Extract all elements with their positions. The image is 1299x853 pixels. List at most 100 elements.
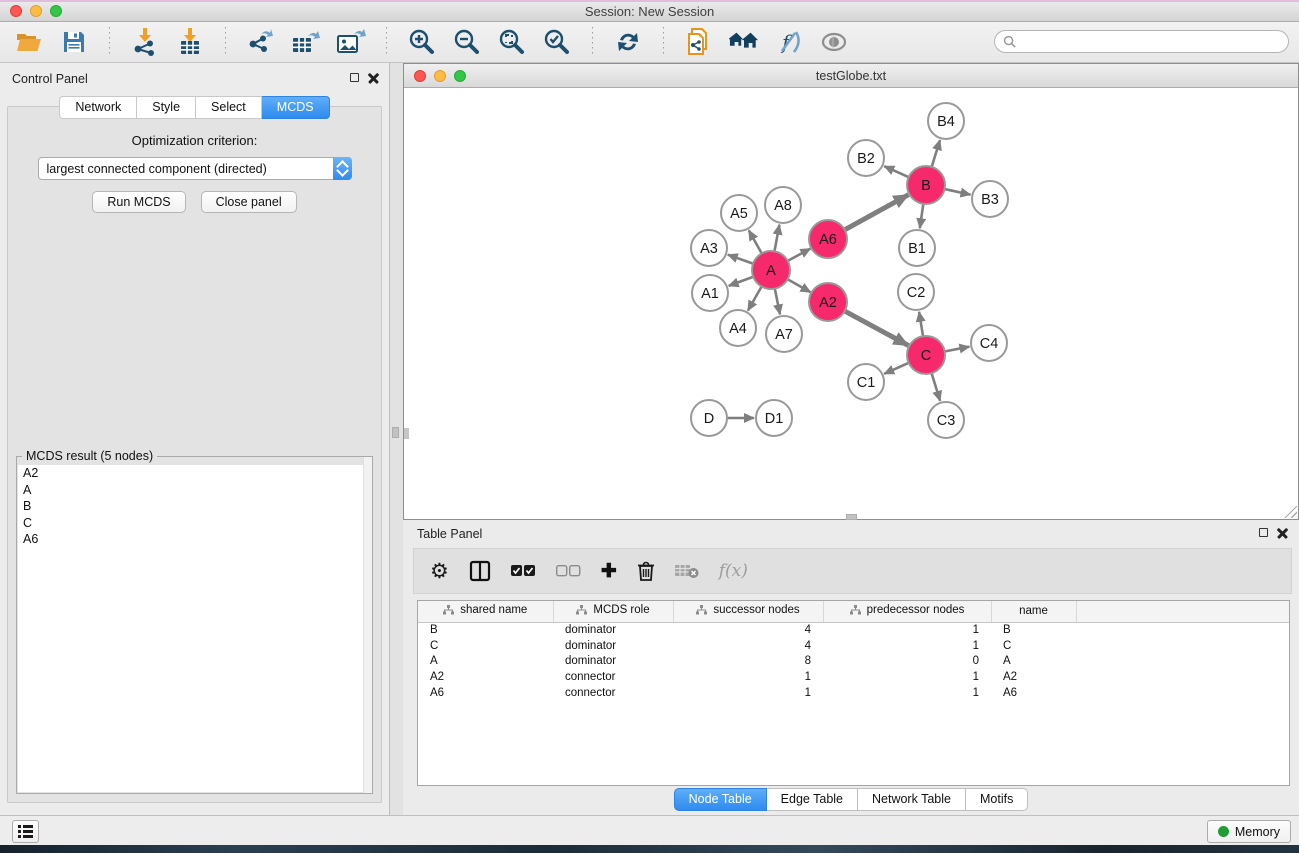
tab-network-table[interactable]: Network Table [858, 788, 966, 811]
table-row[interactable]: A6connector11A6 [418, 685, 1289, 701]
graph-edge[interactable] [748, 286, 762, 311]
graph-edge[interactable] [931, 372, 940, 401]
table-cell[interactable]: 1 [823, 669, 991, 685]
graph-edge[interactable] [884, 166, 909, 177]
table-cell[interactable]: 4 [673, 622, 823, 638]
result-list-scrollbar[interactable] [363, 457, 372, 793]
table-cell[interactable]: C [418, 638, 553, 654]
zoom-out-icon[interactable] [452, 27, 482, 57]
table-header-row[interactable]: shared nameMCDS rolesuccessor nodesprede… [418, 601, 1289, 622]
graph-node-A8[interactable]: A8 [765, 187, 801, 223]
graph-edge[interactable] [787, 279, 811, 292]
graph-edge[interactable] [944, 189, 971, 195]
node-table[interactable]: shared nameMCDS rolesuccessor nodesprede… [417, 600, 1290, 786]
delete-column-icon[interactable] [637, 561, 655, 582]
result-list-item[interactable]: A2 [18, 465, 371, 482]
graph-node-C2[interactable]: C2 [898, 274, 934, 310]
graph-edge[interactable] [728, 255, 754, 264]
table-cell[interactable]: 1 [823, 638, 991, 654]
table-row[interactable]: A2connector11A2 [418, 669, 1289, 685]
table-cell[interactable]: A2 [418, 669, 553, 685]
column-header-MCDS-role[interactable]: MCDS role [553, 601, 673, 622]
graph-node-A3[interactable]: A3 [691, 230, 727, 266]
graph-node-A5[interactable]: A5 [721, 195, 757, 231]
graph-node-A4[interactable]: A4 [720, 310, 756, 346]
show-graphics-icon[interactable] [819, 27, 849, 57]
column-header-successor-nodes[interactable]: successor nodes [673, 601, 823, 622]
graph-node-C1[interactable]: C1 [848, 364, 884, 400]
network-window-titlebar[interactable]: testGlobe.txt [404, 64, 1298, 88]
table-cell[interactable]: A6 [991, 685, 1076, 701]
show-columns-icon[interactable] [469, 560, 491, 582]
table-cell[interactable]: A [991, 654, 1076, 670]
import-network-icon[interactable] [130, 27, 160, 57]
run-mcds-button[interactable]: Run MCDS [92, 191, 185, 213]
graph-node-A6[interactable]: A6 [809, 220, 847, 258]
table-cell[interactable]: B [418, 622, 553, 638]
graph-node-D[interactable]: D [691, 400, 727, 436]
column-header-name[interactable]: name [991, 601, 1076, 622]
table-cell[interactable]: 0 [823, 654, 991, 670]
network-graph[interactable]: B4B2BB3A8A5A6A3B1AC2A1A2A4A7C4CC1DD1C3 [404, 88, 1298, 519]
search-box[interactable] [994, 30, 1289, 53]
splitter-handle[interactable] [392, 427, 399, 438]
save-session-icon[interactable] [59, 27, 89, 57]
import-table-icon[interactable] [175, 27, 205, 57]
table-cell[interactable]: A6 [418, 685, 553, 701]
table-settings-gear-icon[interactable]: ⚙ [430, 561, 449, 582]
function-builder-icon[interactable]: f(x) [719, 561, 748, 581]
network-canvas[interactable]: B4B2BB3A8A5A6A3B1AC2A1A2A4A7C4CC1DD1C3 [404, 88, 1298, 519]
table-cell[interactable]: connector [553, 669, 673, 685]
graph-node-C4[interactable]: C4 [971, 325, 1007, 361]
resize-grip-icon[interactable] [1285, 506, 1297, 518]
select-all-icon[interactable] [511, 565, 536, 577]
home-icon[interactable] [729, 27, 759, 57]
add-column-icon[interactable]: ✚ [601, 562, 617, 581]
graph-edge[interactable] [844, 195, 909, 231]
float-table-panel-icon[interactable] [1259, 528, 1268, 537]
graph-edge[interactable] [774, 225, 779, 253]
table-row[interactable]: Bdominator41B [418, 622, 1289, 638]
optimization-criterion-dropdown[interactable]: largest connected component (directed) [38, 157, 352, 180]
graph-edge[interactable] [919, 312, 923, 337]
task-history-button[interactable] [12, 820, 39, 843]
column-header-predecessor-nodes[interactable]: predecessor nodes [823, 601, 991, 622]
table-cell[interactable]: 1 [673, 669, 823, 685]
float-panel-icon[interactable] [350, 73, 359, 82]
tab-network[interactable]: Network [59, 96, 137, 119]
export-image-icon[interactable] [336, 27, 366, 57]
graph-node-B3[interactable]: B3 [972, 181, 1008, 217]
table-row[interactable]: Adominator80A [418, 654, 1289, 670]
table-cell[interactable]: 1 [823, 685, 991, 701]
search-input[interactable] [1021, 35, 1288, 49]
close-panel-button[interactable]: Close panel [201, 191, 297, 213]
result-list-item[interactable]: A6 [18, 531, 371, 548]
close-panel-icon[interactable] [368, 72, 379, 83]
graph-node-A[interactable]: A [752, 251, 790, 289]
zoom-fit-icon[interactable] [497, 27, 527, 57]
export-network-icon[interactable] [246, 27, 276, 57]
tab-style[interactable]: Style [137, 96, 196, 119]
table-cell[interactable]: 1 [823, 622, 991, 638]
tab-node-table[interactable]: Node Table [674, 788, 767, 811]
vertical-scrollbar-stub[interactable] [404, 428, 409, 439]
close-table-panel-icon[interactable] [1277, 527, 1288, 538]
export-table-icon[interactable] [291, 27, 321, 57]
table-cell[interactable]: A [418, 654, 553, 670]
graph-node-B[interactable]: B [907, 166, 945, 204]
refresh-icon[interactable] [613, 27, 643, 57]
graph-node-B1[interactable]: B1 [899, 230, 935, 266]
graph-edge[interactable] [787, 249, 811, 262]
graph-edge[interactable] [775, 288, 780, 315]
hide-graphics-icon[interactable]: f [774, 27, 804, 57]
open-cybrowser-icon[interactable] [684, 27, 714, 57]
graph-edge[interactable] [729, 276, 755, 286]
tab-motifs[interactable]: Motifs [966, 788, 1028, 811]
table-cell[interactable]: A2 [991, 669, 1076, 685]
table-cell[interactable]: dominator [553, 638, 673, 654]
zoom-in-icon[interactable] [407, 27, 437, 57]
graph-edge[interactable] [920, 203, 924, 228]
mcds-result-list[interactable]: A2ABCA6 [18, 465, 371, 792]
graph-node-A1[interactable]: A1 [692, 275, 728, 311]
deselect-all-icon[interactable] [556, 565, 581, 577]
